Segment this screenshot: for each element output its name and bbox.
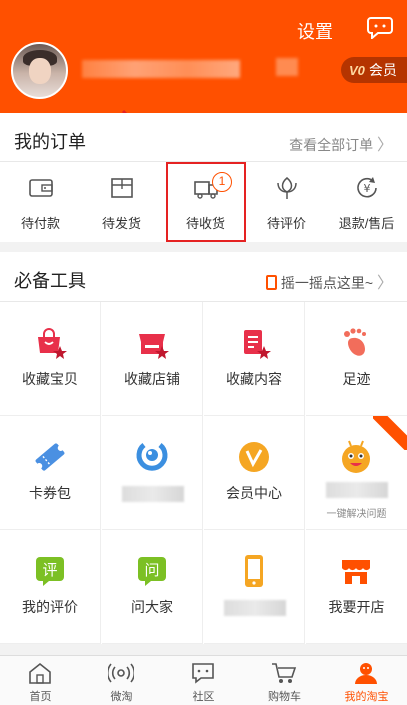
open-store-icon xyxy=(342,560,370,584)
tool-bee-service[interactable]: 一键解决问题 xyxy=(306,416,407,530)
wallet-icon xyxy=(29,179,53,197)
orders-title: 我的订单 xyxy=(14,132,86,152)
tool-favorite-goods[interactable]: 收藏宝贝 xyxy=(0,302,101,416)
new-corner-ribbon xyxy=(373,416,407,450)
tab-community[interactable]: 社区 xyxy=(163,656,244,705)
tab-cart[interactable]: 购物车 xyxy=(244,656,325,705)
tool-member-center[interactable]: 会员中心 xyxy=(204,416,305,530)
my-taobao-icon xyxy=(355,663,377,684)
tab-label: 社区 xyxy=(192,691,215,703)
svg-text:问: 问 xyxy=(144,561,159,579)
annotation-highlight-box xyxy=(166,162,246,242)
tools-section: 必备工具 摇一摇点这里~ 〉 xyxy=(0,252,407,302)
bottom-tab-bar: 首页 微淘 社区 购物车 我的淘宝 xyxy=(0,655,407,705)
blurred-label xyxy=(326,482,388,498)
weitao-icon xyxy=(108,663,134,683)
tool-label: 卡券包 xyxy=(29,485,71,501)
order-refund[interactable]: ¥ 退款/售后 xyxy=(326,162,407,242)
tool-label: 会员中心 xyxy=(226,485,282,501)
vip-label: 会员 xyxy=(368,62,397,78)
tool-blurred-service[interactable] xyxy=(102,416,203,530)
package-icon xyxy=(111,178,133,198)
home-icon xyxy=(29,662,51,684)
blurred-label xyxy=(122,486,184,502)
favorite-goods-icon xyxy=(38,328,67,359)
username-blurred xyxy=(82,60,240,78)
vip-level: V0 xyxy=(349,63,365,78)
tool-sublabel: 一键解决问题 xyxy=(326,509,387,520)
tool-label: 我要开店 xyxy=(328,599,385,615)
tool-ask-everyone[interactable]: 问 问大家 xyxy=(102,530,203,644)
tools-grid: 收藏宝贝 收藏店铺 收藏内容 足迹 卡券包 会员中心 一键解决问题 评 我的评价… xyxy=(0,302,407,644)
tool-label: 我的评价 xyxy=(22,599,78,615)
tab-label: 首页 xyxy=(29,691,52,703)
order-item-label: 待付款 xyxy=(20,216,60,231)
tool-label: 收藏宝贝 xyxy=(22,371,78,387)
view-all-label: 查看全部订单 xyxy=(289,137,374,153)
tool-label: 收藏内容 xyxy=(226,371,282,387)
tool-favorite-shop[interactable]: 收藏店铺 xyxy=(102,302,203,416)
flower-icon xyxy=(277,177,297,199)
tab-my-taobao[interactable]: 我的淘宝 xyxy=(326,656,407,705)
blue-circle-icon xyxy=(136,443,168,471)
avatar[interactable] xyxy=(11,42,68,99)
order-item-label: 待发货 xyxy=(101,216,141,231)
username-blurred-extra xyxy=(276,58,298,76)
shake-link[interactable]: 摇一摇点这里~ 〉 xyxy=(265,269,393,293)
favorite-shop-icon xyxy=(139,334,169,359)
view-all-orders-link[interactable]: 查看全部订单 〉 xyxy=(289,131,393,155)
cart-icon xyxy=(272,663,297,683)
tab-label: 微淘 xyxy=(110,691,133,703)
coupon-icon xyxy=(35,443,65,471)
community-icon xyxy=(192,663,214,684)
tools-title: 必备工具 xyxy=(14,271,86,291)
tool-favorite-content[interactable]: 收藏内容 xyxy=(204,302,305,416)
tab-home[interactable]: 首页 xyxy=(0,656,81,705)
review-icon: 评 xyxy=(36,557,64,586)
tool-my-reviews[interactable]: 评 我的评价 xyxy=(0,530,101,644)
vip-badge[interactable]: V0 会员 xyxy=(341,57,407,83)
phone-icon xyxy=(245,555,263,587)
tab-label: 购物车 xyxy=(268,691,301,703)
shake-label: 摇一摇点这里~ xyxy=(280,275,374,291)
tab-label: 我的淘宝 xyxy=(344,691,389,703)
tab-weitao[interactable]: 微淘 xyxy=(81,656,162,705)
blurred-label xyxy=(224,600,286,616)
favorite-content-icon xyxy=(244,330,271,359)
tool-open-store[interactable]: 我要开店 xyxy=(306,530,407,644)
shake-phone-icon xyxy=(265,275,277,290)
bee-service-icon xyxy=(342,440,370,473)
message-icon[interactable] xyxy=(367,15,393,39)
refund-icon: ¥ xyxy=(357,177,377,198)
svg-text:评: 评 xyxy=(42,561,57,579)
tool-label: 收藏店铺 xyxy=(124,371,180,387)
tool-label: 足迹 xyxy=(342,371,371,387)
order-pending-payment[interactable]: 待付款 xyxy=(0,162,81,242)
tool-coupon[interactable]: 卡券包 xyxy=(0,416,101,530)
order-item-label: 待评价 xyxy=(266,216,306,231)
settings-button[interactable]: 设置 xyxy=(297,18,333,44)
order-item-label: 退款/售后 xyxy=(338,216,395,231)
member-center-icon xyxy=(239,442,269,472)
ask-icon: 问 xyxy=(138,557,166,586)
svg-text:¥: ¥ xyxy=(364,182,371,195)
order-to-review[interactable]: 待评价 xyxy=(246,162,327,242)
tool-label: 问大家 xyxy=(131,599,173,615)
tool-footprint[interactable]: 足迹 xyxy=(306,302,407,416)
tool-blurred-phone[interactable] xyxy=(204,530,305,644)
footprint-icon xyxy=(344,328,366,356)
order-to-ship[interactable]: 待发货 xyxy=(81,162,162,242)
profile-header: 设置 V0 会员 xyxy=(0,0,407,113)
